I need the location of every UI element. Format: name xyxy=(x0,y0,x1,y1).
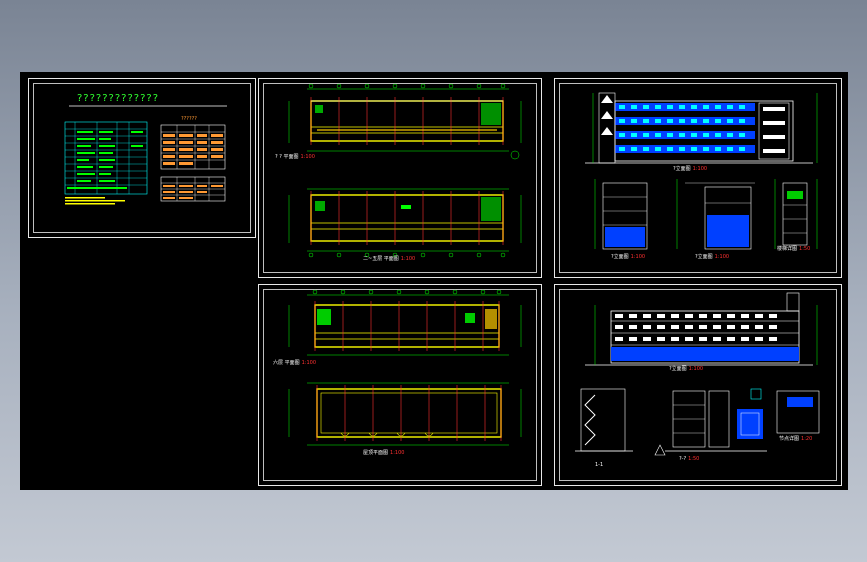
elevation-label: ?立面图 1:100 xyxy=(673,167,707,172)
node-detail-scale: 1:20 xyxy=(801,436,813,442)
section-title: 1-1 xyxy=(595,462,604,468)
drawing-sheet-notes[interactable]: ????????????? ?????? xyxy=(28,78,256,238)
notes-graphics xyxy=(64,105,227,205)
stair-label: 楼梯详图 1:50 xyxy=(777,247,810,252)
side-elevation-scale: 1:100 xyxy=(714,254,730,260)
plan-bottom-label: 二~五层 平面图 xyxy=(363,256,399,262)
roof-plan-title: 屋顶平面图 xyxy=(363,450,389,456)
plan-label: 六层 平面图 1:100 xyxy=(273,361,316,366)
elevation-scale: 1:100 xyxy=(692,166,708,172)
plan-label: 二~五层 平面图 1:100 xyxy=(363,257,415,262)
node-label: 节点详图 1:20 xyxy=(779,437,812,442)
side-elevation-label: ?立面图 1:100 xyxy=(695,255,729,260)
plan-bottom-scale: 1:100 xyxy=(400,256,416,262)
drawing-sheet-elevations-2[interactable]: ?立面图 1:100 1-1 ?-? 1:50 节点详图 1:20 xyxy=(554,284,842,486)
detail-scale: 1:50 xyxy=(688,456,700,462)
table-title: ?????? xyxy=(181,116,197,122)
stair-title: 楼梯详图 xyxy=(777,246,798,252)
elevation-label: ?立面图 1:100 xyxy=(669,367,703,372)
cad-drawing-canvas[interactable]: ????????????? ?????? ? ? 平面图 1:100 二~五层 … xyxy=(20,72,848,490)
drawing-sheet-floor-plans-2[interactable]: 六层 平面图 1:100 屋顶平面图 1:100 xyxy=(258,284,542,486)
section-scale: 1:100 xyxy=(630,254,646,260)
roof-label: 屋顶平面图 1:100 xyxy=(363,451,404,456)
detail-label: ?-? 1:50 xyxy=(679,457,699,462)
section-label: ?立面图 1:100 xyxy=(611,255,645,260)
side-elevation-title: ?立面图 xyxy=(695,254,713,260)
plan-top-scale: 1:100 xyxy=(301,360,317,366)
elevation-scale: 1:100 xyxy=(688,366,704,372)
plan-label: ? ? 平面图 1:100 xyxy=(275,155,315,160)
section-title: ?立面图 xyxy=(611,254,629,260)
node-detail-title: 节点详图 xyxy=(779,436,800,442)
roof-plan-scale: 1:100 xyxy=(390,450,405,456)
plan-top-label: 六层 平面图 xyxy=(273,360,300,366)
elevation-title: ?立面图 xyxy=(673,166,691,172)
detail-title: ?-? xyxy=(679,456,687,462)
floor-plan-graphics xyxy=(288,83,522,258)
section-label: 1-1 xyxy=(595,463,603,468)
plan-top-scale: 1:100 xyxy=(300,154,315,160)
plan-top-label: ? ? 平面图 xyxy=(275,154,299,160)
drawing-sheet-elevations-1[interactable]: ?立面图 1:100 ?立面图 1:100 ?立面图 1:100 楼梯详图 1:50 xyxy=(554,78,842,278)
elevation-graphics-2 xyxy=(575,292,820,456)
stair-scale: 1:50 xyxy=(799,246,811,252)
drawing-sheet-floor-plans-1[interactable]: ? ? 平面图 1:100 二~五层 平面图 1:100 xyxy=(258,78,542,278)
elevation-title: ?立面图 xyxy=(669,366,687,372)
